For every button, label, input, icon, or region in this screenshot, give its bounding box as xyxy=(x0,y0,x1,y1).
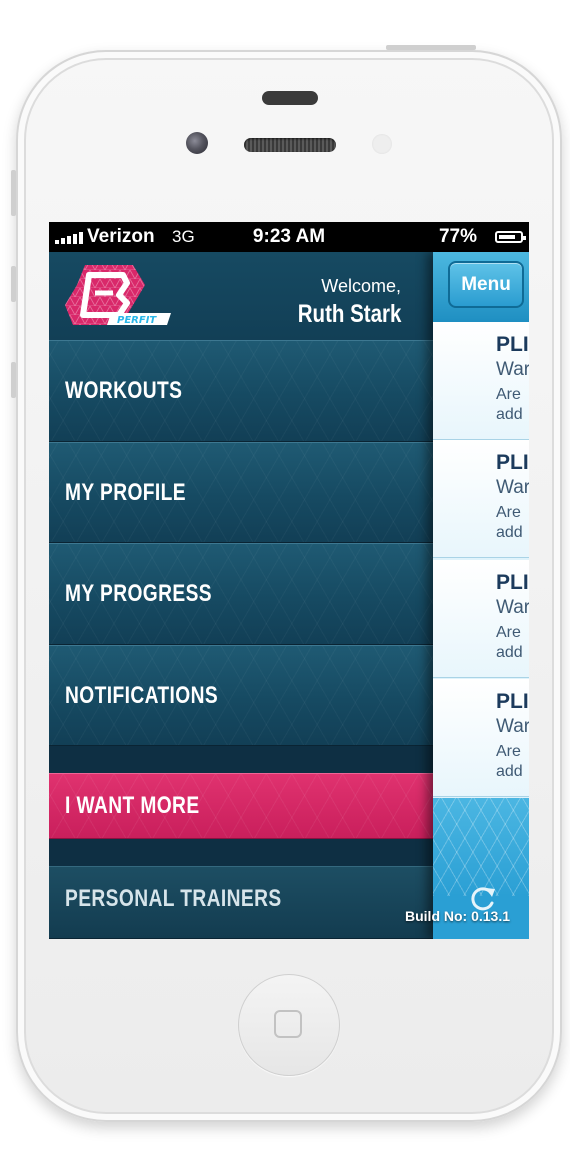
status-bar: Verizon 3G 9:23 AM 77% xyxy=(49,222,529,252)
menu-item-personal-trainers[interactable]: PERSONAL TRAINERS xyxy=(49,866,433,939)
home-button[interactable] xyxy=(238,974,340,1076)
panel-pattern xyxy=(433,798,529,896)
home-button-icon xyxy=(274,1010,302,1038)
perfit-logo: PERFIT xyxy=(65,265,171,326)
menu-item-workouts[interactable]: WORKOUTS xyxy=(49,340,433,442)
list-item[interactable]: PLI War Are add xyxy=(433,440,529,558)
sleep-wake-button xyxy=(386,45,476,50)
menu-header: PERFIT Welcome, Ruth Stark xyxy=(49,252,433,341)
battery-icon xyxy=(495,231,526,243)
svg-text:PERFIT: PERFIT xyxy=(117,315,157,326)
menu-item-label: WORKOUTS xyxy=(65,377,183,404)
mute-switch xyxy=(11,170,16,216)
menu-item-label: PERSONAL TRAINERS xyxy=(65,885,282,912)
menu-button[interactable]: Menu xyxy=(448,261,524,308)
list-item[interactable]: PLI War Are add xyxy=(433,322,529,440)
menu-item-i-want-more[interactable]: I WANT MORE xyxy=(49,773,433,839)
menu-item-my-progress[interactable]: MY PROGRESS xyxy=(49,543,433,645)
menu-item-notifications[interactable]: NOTIFICATIONS xyxy=(49,645,433,746)
menu-item-label: NOTIFICATIONS xyxy=(65,682,219,709)
menu-item-label: MY PROFILE xyxy=(65,479,186,506)
phone-screen: Verizon 3G 9:23 AM 77% PERFIT Welcome, R… xyxy=(49,222,529,939)
volume-down-button xyxy=(11,362,16,398)
welcome-label: Welcome, xyxy=(321,276,401,296)
proximity-sensor xyxy=(372,134,392,154)
front-camera-icon xyxy=(186,132,208,154)
menu-item-label: MY PROGRESS xyxy=(65,580,213,607)
sleep-button xyxy=(262,91,318,105)
content-panel: Menu PLI War Are add PLI War Are add PLI W… xyxy=(433,252,529,939)
top-navigation-bar: Menu xyxy=(433,252,529,323)
volume-up-button xyxy=(11,266,16,302)
list-item[interactable]: PLI War Are add xyxy=(433,679,529,797)
menu-item-label: I WANT MORE xyxy=(65,792,200,819)
list-item[interactable]: PLI War Are add xyxy=(433,560,529,678)
side-menu: PERFIT Welcome, Ruth Stark WORKOUTS MY P… xyxy=(49,252,433,939)
earpiece-speaker xyxy=(244,138,336,152)
battery-percent: 77% xyxy=(438,226,477,247)
menu-item-my-profile[interactable]: MY PROFILE xyxy=(49,442,433,543)
build-number: Build No: 0.13.1 xyxy=(405,908,511,924)
user-name: Ruth Stark xyxy=(297,300,401,328)
